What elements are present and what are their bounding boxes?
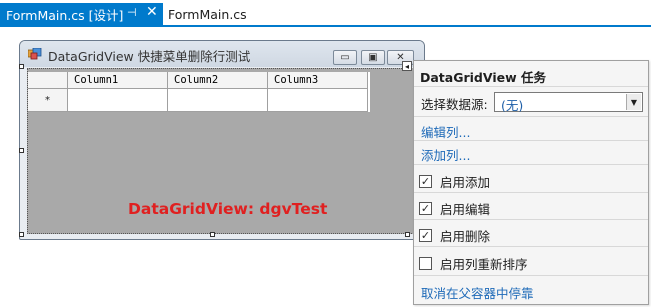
enable-editing-option[interactable]: ✓ 启用编辑 [419,199,490,218]
tab-formmain-designer[interactable]: FormMain.cs [设计] ⊣ ✕ [0,3,163,25]
maximize-button[interactable]: ▣ [361,50,385,65]
checkbox-label: 启用添加 [440,175,491,190]
enable-column-reorder-option[interactable]: 启用列重新排序 [419,254,528,273]
column-header[interactable]: Column3 [268,72,368,89]
tab-title: FormMain.cs [168,6,247,22]
datasource-value: (无) [501,98,524,113]
column-header[interactable]: Column1 [68,72,168,89]
datagridview-tasks-panel: DataGridView 任务 选择数据源: (无) ▼ 编辑列... 添加列.… [413,60,649,305]
checkbox-unchecked[interactable] [419,257,432,270]
tab-formmain-code[interactable]: FormMain.cs [168,3,247,25]
datasource-select[interactable]: (无) ▼ [494,92,643,113]
checkbox-label: 启用列重新排序 [440,257,528,272]
new-row-header[interactable]: * [28,89,68,112]
form-app-icon [28,48,42,60]
divider [414,140,648,141]
enable-deleting-option[interactable]: ✓ 启用删除 [419,226,490,245]
selection-handle[interactable] [210,232,215,237]
selection-handle[interactable] [19,148,24,153]
checkbox-label: 启用编辑 [440,202,491,217]
enable-adding-option[interactable]: ✓ 启用添加 [419,172,490,191]
checkbox-checked[interactable]: ✓ [419,229,432,242]
grid-cell[interactable] [268,89,368,112]
table-row: * [28,89,370,112]
divider [414,164,648,165]
divider [414,192,648,193]
close-icon[interactable]: ✕ [146,4,158,20]
grid: Column1 Column2 Column3 * [28,72,370,112]
form-titlebar: DataGridView 快捷菜单删除行测试 ▭ ▣ ✕ [20,41,424,67]
datasource-label: 选择数据源: [421,97,488,112]
form-window[interactable]: DataGridView 快捷菜单删除行测试 ▭ ▣ ✕ Column1 Col… [19,40,425,240]
checkbox-label: 启用删除 [440,229,491,244]
add-column-link[interactable]: 添加列... [421,145,470,164]
document-tab-strip: FormMain.cs [设计] ⊣ ✕ FormMain.cs [0,0,651,25]
grid-cell[interactable] [168,89,268,112]
divider [414,219,648,220]
datagridview-dgvtest[interactable]: Column1 Column2 Column3 * DataGridView: … [27,68,416,234]
undock-link[interactable]: 取消在父容器中停靠 [421,283,534,302]
minimize-button[interactable]: ▭ [333,50,357,65]
smart-tag-icon[interactable]: ◂ [402,61,412,71]
checkbox-checked[interactable]: ✓ [419,175,432,188]
pin-icon[interactable]: ⊣ [127,6,137,19]
divider [414,246,648,247]
checkbox-checked[interactable]: ✓ [419,202,432,215]
top-left-header-cell[interactable] [28,72,68,89]
selection-handle[interactable] [19,64,24,69]
edit-columns-link[interactable]: 编辑列... [421,122,470,141]
control-caption: DataGridView: dgvTest [128,200,328,218]
grid-cell[interactable] [68,89,168,112]
selection-handle[interactable] [19,232,24,237]
tab-title: FormMain.cs [设计] [6,7,124,23]
divider [414,86,648,87]
divider [414,116,648,117]
selection-handle[interactable] [405,232,410,237]
divider [414,275,648,276]
grid-header-row: Column1 Column2 Column3 [28,72,370,89]
form-title: DataGridView 快捷菜单删除行测试 [48,49,251,64]
tasks-title: DataGridView 任务 [420,70,546,85]
column-header[interactable]: Column2 [168,72,268,89]
chevron-down-icon[interactable]: ▼ [626,94,641,110]
